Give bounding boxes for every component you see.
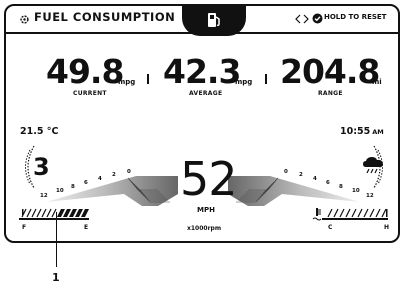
current-unit: mpg [118, 78, 136, 86]
rpm-bar-right [228, 176, 360, 206]
rpm-bar-left [46, 176, 178, 206]
fuel-tab[interactable] [182, 6, 246, 36]
rpm-tick: 4 [98, 176, 102, 182]
fuel-full-label: F [22, 224, 27, 231]
current-label: CURRENT [73, 90, 107, 97]
outside-temperature: 21.5 °C [20, 126, 59, 137]
speed-unit: MPH [197, 206, 215, 214]
clock-period: AM [372, 128, 384, 136]
chevron-right-icon[interactable] [302, 14, 310, 24]
chevron-left-icon[interactable] [294, 14, 302, 24]
rpm-tick: 10 [352, 188, 360, 194]
average-unit: mpg [235, 78, 253, 86]
rpm-tick: 10 [56, 188, 64, 194]
average-label: AVERAGE [189, 90, 223, 97]
rpm-tick: 2 [112, 172, 116, 178]
rpm-tick: 8 [71, 184, 75, 190]
rpm-tick: 12 [40, 193, 48, 199]
rpm-tick: 8 [339, 184, 343, 190]
rpm-tick: 6 [84, 180, 88, 186]
range-value: 204.8 [280, 52, 380, 91]
fuel-pump-icon [208, 13, 220, 27]
temp-hot-label: H [384, 224, 390, 231]
callout-number: 1 [52, 271, 60, 284]
rpm-tick: 2 [299, 172, 303, 178]
hold-to-reset-hint: HOLD TO RESET [324, 13, 387, 21]
weather-icon [363, 157, 383, 174]
range-unit: mi [372, 78, 382, 86]
temp-cold-label: C [328, 224, 333, 231]
rpm-tick: 4 [313, 176, 317, 182]
range-label: RANGE [318, 90, 343, 97]
page-title: FUEL CONSUMPTION [34, 10, 176, 24]
rpm-tick: 0 [284, 169, 288, 175]
divider [265, 74, 267, 84]
rpm-tick: 6 [326, 180, 330, 186]
check-circle-icon[interactable] [312, 13, 323, 24]
clock-time: 10:55 [340, 126, 371, 137]
speed-value: 52 [180, 152, 238, 206]
divider [147, 74, 149, 84]
rpm-unit-label: x1000rpm [187, 225, 222, 232]
rpm-tick: 12 [366, 193, 374, 199]
settings-icon[interactable] [19, 14, 30, 25]
rpm-tick: 0 [127, 169, 131, 175]
fuel-empty-label: E [84, 224, 89, 231]
average-value: 42.3 [163, 52, 241, 91]
current-value: 49.8 [46, 52, 124, 91]
clock: 10:55 AM [340, 126, 384, 137]
callout-line [56, 212, 57, 267]
